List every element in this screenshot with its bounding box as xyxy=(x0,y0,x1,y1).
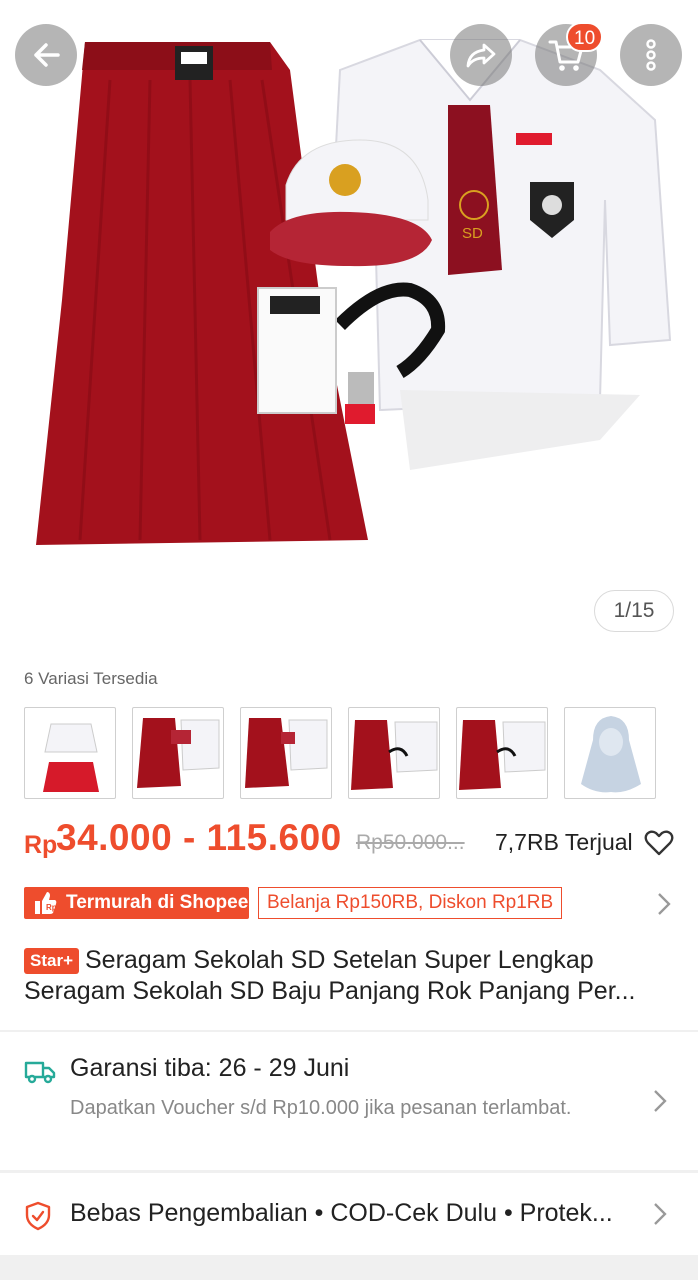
back-button[interactable] xyxy=(15,24,77,86)
variation-thumb[interactable] xyxy=(456,707,548,799)
svg-text:SD: SD xyxy=(462,225,483,242)
truck-icon xyxy=(24,1061,56,1084)
chevron-right-icon xyxy=(658,893,671,915)
chevron-right-icon xyxy=(654,1203,667,1225)
product-title: Star+ Seragam Sekolah SD Setelan Super Le… xyxy=(24,945,674,1007)
cheapest-badge-label: Termurah di Shopee xyxy=(66,892,249,913)
image-counter: 1/15 xyxy=(594,590,674,632)
cheapest-badge: Rp Termurah di Shopee xyxy=(24,887,249,919)
product-title-line1: Seragam Sekolah SD Setelan Super Lengkap xyxy=(85,946,594,974)
price-currency: Rp xyxy=(24,831,58,859)
variation-thumb[interactable] xyxy=(564,707,656,799)
sold-count: 7,7RB Terjual xyxy=(495,829,633,855)
original-price: Rp50.000... xyxy=(356,831,465,854)
product-image: SD xyxy=(36,39,672,545)
share-icon xyxy=(466,43,496,68)
svg-text:Rp: Rp xyxy=(46,903,57,912)
section-divider xyxy=(0,1255,698,1280)
shield-icon xyxy=(25,1201,51,1231)
product-info-section: 6 Variasi Tersedia Rp 34.000 - 115.600 R… xyxy=(0,655,698,1030)
variation-thumbnails xyxy=(24,707,656,799)
variation-thumb[interactable] xyxy=(348,707,440,799)
returns-row[interactable]: Bebas Pengembalian • COD-Cek Dulu • Prot… xyxy=(0,1173,698,1255)
variation-thumb[interactable] xyxy=(240,707,332,799)
promo-badges[interactable]: Rp Termurah di Shopee Belanja Rp150RB, D… xyxy=(24,887,674,921)
product-title-line2: Seragam Sekolah SD Baju Panjang Rok Panj… xyxy=(24,977,636,1005)
cart-count-badge: 10 xyxy=(566,22,604,52)
back-arrow-icon xyxy=(34,43,60,67)
shipping-guarantee-row[interactable]: Garansi tiba: 26 - 29 Juni Dapatkan Vouc… xyxy=(0,1032,698,1170)
variation-thumb[interactable] xyxy=(24,707,116,799)
product-image-carousel[interactable]: SD 10 1/15 xyxy=(0,0,698,655)
more-options-button[interactable] xyxy=(620,24,682,86)
star-plus-badge: Star+ xyxy=(24,948,79,974)
voucher-badge: Belanja Rp150RB, Diskon Rp1RB xyxy=(258,887,563,919)
more-vertical-icon xyxy=(646,39,656,71)
shipping-subtitle: Dapatkan Voucher s/d Rp10.000 jika pesan… xyxy=(70,1097,572,1119)
price-range: 34.000 - 115.600 xyxy=(56,817,342,858)
price-row: Rp 34.000 - 115.600 Rp50.000... 7,7RB Te… xyxy=(24,817,674,867)
share-button[interactable] xyxy=(450,24,512,86)
shipping-title: Garansi tiba: 26 - 29 Juni xyxy=(70,1054,350,1082)
thumbs-up-icon: Rp xyxy=(35,892,57,914)
heart-icon[interactable] xyxy=(644,829,674,857)
returns-text: Bebas Pengembalian • COD-Cek Dulu • Prot… xyxy=(70,1199,613,1227)
chevron-right-icon xyxy=(654,1090,667,1112)
variations-label: 6 Variasi Tersedia xyxy=(24,669,158,688)
variation-thumb[interactable] xyxy=(132,707,224,799)
